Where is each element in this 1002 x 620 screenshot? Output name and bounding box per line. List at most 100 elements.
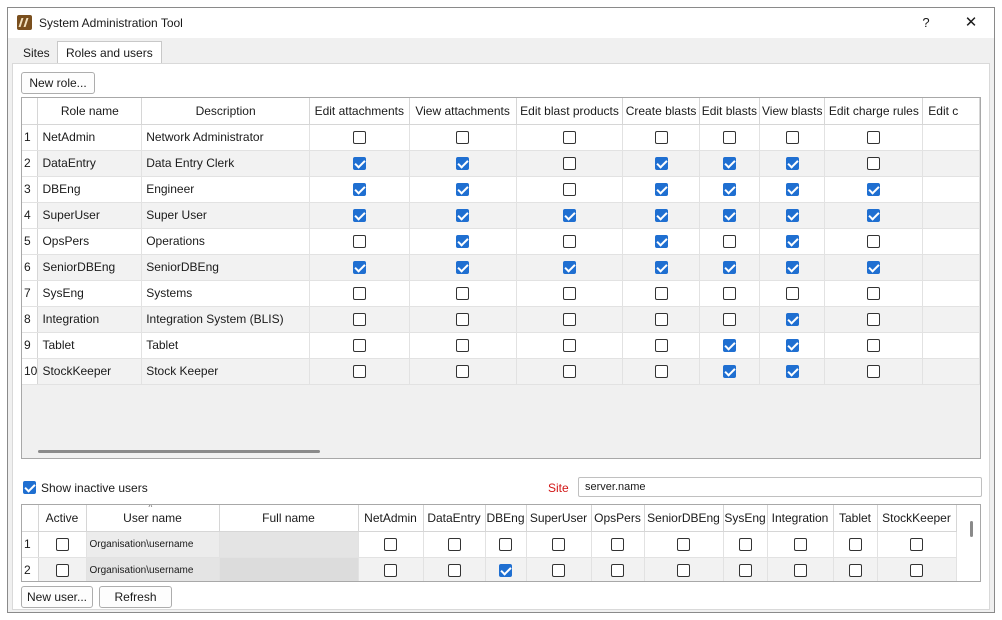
column-header[interactable]: Active bbox=[38, 505, 87, 532]
show-inactive-checkbox[interactable] bbox=[23, 481, 36, 494]
roles-grid[interactable]: Role name Description Edit attachments V… bbox=[21, 97, 981, 459]
permission-checkbox[interactable] bbox=[456, 287, 470, 301]
permission-checkbox[interactable] bbox=[867, 365, 881, 379]
role-name-cell[interactable]: Tablet bbox=[37, 332, 143, 359]
permission-checkbox[interactable] bbox=[456, 313, 470, 327]
role-checkbox[interactable] bbox=[738, 538, 752, 552]
new-role-button[interactable]: New role... bbox=[21, 72, 95, 94]
role-description-cell[interactable]: Engineer bbox=[141, 176, 311, 203]
active-checkbox[interactable] bbox=[55, 564, 69, 578]
active-checkbox[interactable] bbox=[55, 538, 69, 552]
permission-checkbox[interactable] bbox=[654, 235, 668, 249]
permission-checkbox[interactable] bbox=[352, 313, 366, 327]
role-checkbox[interactable] bbox=[447, 564, 461, 578]
permission-checkbox[interactable] bbox=[654, 365, 668, 379]
role-checkbox[interactable] bbox=[677, 564, 690, 578]
column-header[interactable]: View attachments bbox=[409, 98, 517, 125]
table-row[interactable]: 8 Integration Integration System (BLIS) bbox=[22, 306, 980, 333]
permission-checkbox[interactable] bbox=[722, 209, 736, 223]
role-checkbox[interactable] bbox=[611, 538, 624, 552]
role-name-cell[interactable]: DBEng bbox=[37, 176, 143, 203]
permission-checkbox[interactable] bbox=[722, 235, 736, 249]
role-checkbox[interactable] bbox=[738, 564, 752, 578]
column-header[interactable]: ^ User name bbox=[86, 505, 220, 532]
table-row[interactable]: 1 Organisation\username bbox=[22, 531, 957, 558]
permission-checkbox[interactable] bbox=[867, 209, 881, 223]
role-checkbox[interactable] bbox=[611, 564, 624, 578]
role-checkbox[interactable] bbox=[793, 538, 807, 552]
permission-checkbox[interactable] bbox=[456, 339, 470, 353]
role-description-cell[interactable]: SeniorDBEng bbox=[141, 254, 311, 281]
permission-checkbox[interactable] bbox=[722, 261, 736, 275]
role-description-cell[interactable]: Super User bbox=[141, 202, 311, 229]
role-name-cell[interactable]: Integration bbox=[37, 306, 143, 333]
tab-sites[interactable]: Sites bbox=[14, 43, 59, 63]
column-header[interactable]: Edit blasts bbox=[699, 98, 761, 125]
help-button[interactable]: ? bbox=[911, 12, 941, 34]
role-description-cell[interactable]: Operations bbox=[141, 228, 311, 255]
column-header[interactable]: SysEng bbox=[723, 505, 768, 532]
permission-checkbox[interactable] bbox=[867, 183, 881, 197]
permission-checkbox[interactable] bbox=[654, 287, 668, 301]
permission-checkbox[interactable] bbox=[352, 365, 366, 379]
permission-checkbox[interactable] bbox=[563, 339, 577, 353]
permission-checkbox[interactable] bbox=[654, 131, 668, 145]
permission-checkbox[interactable] bbox=[352, 131, 366, 145]
permission-checkbox[interactable] bbox=[563, 183, 577, 197]
permission-checkbox[interactable] bbox=[722, 131, 736, 145]
permission-checkbox[interactable] bbox=[785, 157, 799, 171]
scrollbar-thumb[interactable] bbox=[38, 450, 320, 453]
role-checkbox[interactable] bbox=[910, 538, 923, 552]
permission-checkbox[interactable] bbox=[563, 235, 577, 249]
column-header[interactable]: Edit blast products bbox=[516, 98, 624, 125]
role-checkbox[interactable] bbox=[384, 564, 397, 578]
permission-checkbox[interactable] bbox=[352, 235, 366, 249]
permission-checkbox[interactable] bbox=[785, 131, 799, 145]
table-row[interactable]: 7 SysEng Systems bbox=[22, 280, 980, 307]
role-name-cell[interactable]: DataEntry bbox=[37, 150, 143, 177]
column-header[interactable]: SeniorDBEng bbox=[644, 505, 724, 532]
permission-checkbox[interactable] bbox=[456, 261, 470, 275]
role-checkbox[interactable] bbox=[384, 538, 397, 552]
permission-checkbox[interactable] bbox=[352, 287, 366, 301]
table-row[interactable]: 5 OpsPers Operations bbox=[22, 228, 980, 255]
table-row[interactable]: 9 Tablet Tablet bbox=[22, 332, 980, 359]
permission-checkbox[interactable] bbox=[867, 261, 881, 275]
permission-checkbox[interactable] bbox=[722, 157, 736, 171]
role-checkbox[interactable] bbox=[848, 564, 862, 578]
show-inactive-label[interactable]: Show inactive users bbox=[41, 481, 148, 495]
tab-roles-and-users[interactable]: Roles and users bbox=[57, 41, 162, 64]
column-header[interactable]: Full name bbox=[219, 505, 359, 532]
column-header[interactable]: Edit charge rules bbox=[824, 98, 924, 125]
full-name-cell[interactable] bbox=[219, 531, 359, 558]
permission-checkbox[interactable] bbox=[785, 287, 799, 301]
permission-checkbox[interactable] bbox=[722, 365, 736, 379]
permission-checkbox[interactable] bbox=[867, 157, 881, 171]
permission-checkbox[interactable] bbox=[722, 287, 736, 301]
refresh-button[interactable]: Refresh bbox=[99, 586, 172, 608]
permission-checkbox[interactable] bbox=[352, 157, 366, 171]
role-description-cell[interactable]: Tablet bbox=[141, 332, 311, 359]
permission-checkbox[interactable] bbox=[785, 209, 799, 223]
permission-checkbox[interactable] bbox=[867, 131, 881, 145]
full-name-cell[interactable] bbox=[219, 557, 359, 581]
user-name-cell[interactable]: Organisation\username bbox=[86, 557, 220, 581]
table-row[interactable]: 6 SeniorDBEng SeniorDBEng bbox=[22, 254, 980, 281]
permission-checkbox[interactable] bbox=[722, 183, 736, 197]
permission-checkbox[interactable] bbox=[785, 183, 799, 197]
permission-checkbox[interactable] bbox=[785, 261, 799, 275]
column-header[interactable]: Create blasts bbox=[622, 98, 700, 125]
permission-checkbox[interactable] bbox=[785, 365, 799, 379]
permission-checkbox[interactable] bbox=[456, 365, 470, 379]
column-header[interactable]: SuperUser bbox=[526, 505, 592, 532]
permission-checkbox[interactable] bbox=[563, 261, 577, 275]
permission-checkbox[interactable] bbox=[563, 287, 577, 301]
permission-checkbox[interactable] bbox=[352, 261, 366, 275]
users-grid[interactable]: Active ^ User name Full name NetAdmin Dat… bbox=[21, 504, 981, 582]
role-checkbox[interactable] bbox=[552, 564, 565, 578]
close-button[interactable]: ✕ bbox=[956, 12, 986, 34]
permission-checkbox[interactable] bbox=[654, 209, 668, 223]
role-checkbox[interactable] bbox=[677, 538, 690, 552]
column-header[interactable]: Edit c bbox=[922, 98, 980, 125]
new-user-button[interactable]: New user... bbox=[21, 586, 93, 608]
